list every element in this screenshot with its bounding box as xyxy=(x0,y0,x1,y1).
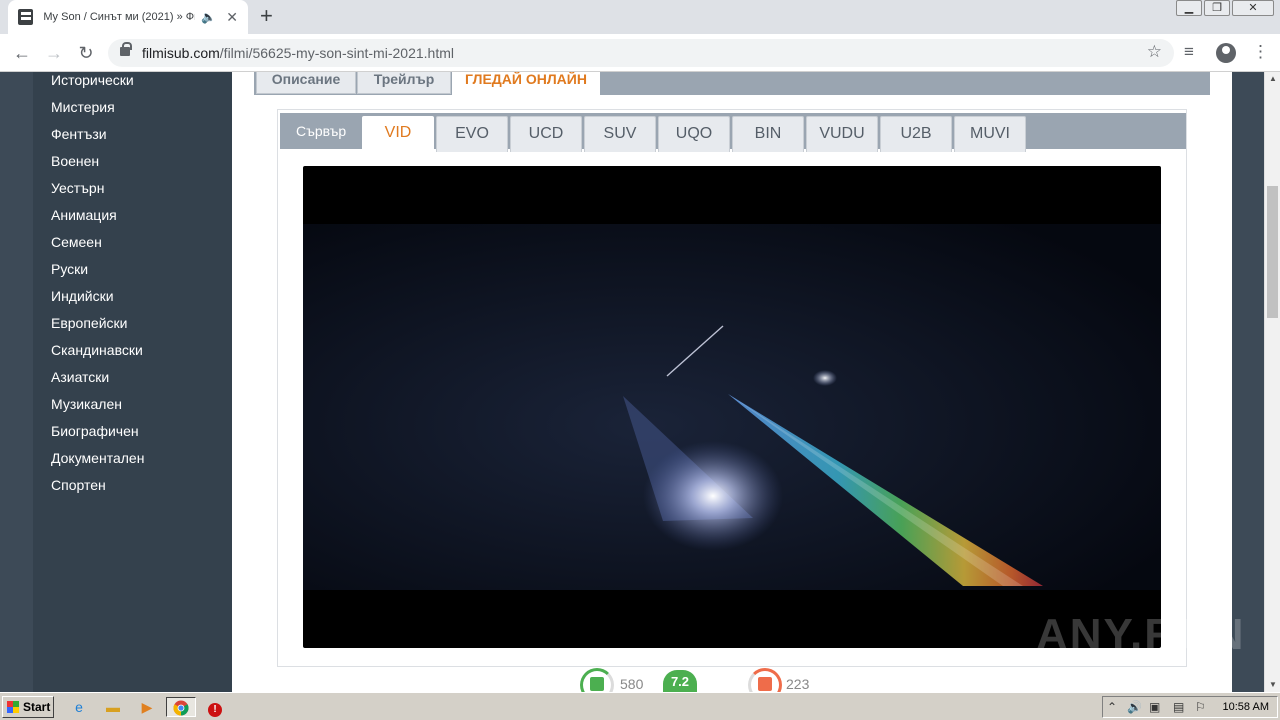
server-button-uqo[interactable]: UQO xyxy=(658,116,730,152)
url-text: filmisub.com/filmi/56625-my-son-sint-mi-… xyxy=(142,45,454,61)
reload-icon[interactable]: ↻ xyxy=(74,42,98,64)
genre-link[interactable]: Военен xyxy=(51,153,99,169)
start-label: Start xyxy=(23,700,51,714)
like-count: 580 xyxy=(620,676,644,692)
browser-tabstrip: My Son / Синът ми (2021) » Фи 🔈 ✕ + ▁ ❐ … xyxy=(0,0,1280,34)
browser-toolbar: ← → ↻ filmisub.com/filmi/56625-my-son-si… xyxy=(0,34,1280,72)
window-close-button[interactable]: ✕ xyxy=(1232,0,1274,16)
windows-taskbar: Start e ▬ ▶ ! ⌃ 🔊 ▣ ▤ ⚐ 10:58 AM xyxy=(0,692,1280,720)
genre-link[interactable]: Документален xyxy=(51,450,144,466)
main-content: Описание Трейлър ГЛЕДАЙ ОНЛАЙН Сървър VI… xyxy=(232,72,1232,692)
genre-link[interactable]: Фентъзи xyxy=(51,126,107,142)
scrollbar-thumb[interactable] xyxy=(1267,186,1278,318)
genre-link[interactable]: Исторически xyxy=(51,72,134,88)
restore-button[interactable]: ❐ xyxy=(1204,0,1230,16)
windows-flag-icon xyxy=(7,701,19,713)
genre-link[interactable]: Музикален xyxy=(51,396,122,412)
system-clock: 10:58 AM xyxy=(1222,701,1269,713)
server-label: Сървър xyxy=(296,123,347,139)
genre-link[interactable]: Семеен xyxy=(51,234,102,250)
back-arrow-icon[interactable]: ← xyxy=(10,42,34,64)
genre-link[interactable]: Биографичен xyxy=(51,423,139,439)
speaker-icon[interactable]: 🔈 xyxy=(201,10,216,24)
server-bar: Сървър VID EVO UCD SUV UQO BIN VUDU U2B … xyxy=(280,113,1186,152)
tab-watch-online[interactable]: ГЛЕДАЙ ОНЛАЙН xyxy=(452,72,600,95)
thumbs-down-icon xyxy=(758,677,772,691)
genre-link[interactable]: Индийски xyxy=(51,288,114,304)
genre-link[interactable]: Анимация xyxy=(51,207,117,223)
genre-link[interactable]: Скандинавски xyxy=(51,342,143,358)
folder-icon[interactable]: ▬ xyxy=(102,697,124,717)
page-viewport: Исторически Мистерия Фентъзи Военен Уест… xyxy=(0,72,1264,692)
server-button-ucd[interactable]: UCD xyxy=(510,116,582,152)
genre-link[interactable]: Руски xyxy=(51,261,88,277)
window-controls: ▁ ❐ ✕ xyxy=(1174,0,1274,16)
system-tray: ⌃ 🔊 ▣ ▤ ⚐ 10:58 AM xyxy=(1102,696,1278,718)
dislike-button[interactable] xyxy=(748,668,782,692)
player-box: Сървър VID EVO UCD SUV UQO BIN VUDU U2B … xyxy=(277,109,1187,667)
server-button-bin[interactable]: BIN xyxy=(732,116,804,152)
genre-sidebar: Исторически Мистерия Фентъзи Военен Уест… xyxy=(33,72,232,692)
genre-link[interactable]: Азиатски xyxy=(51,369,109,385)
score-badge: 7.2 xyxy=(663,670,697,692)
address-bar[interactable]: filmisub.com/filmi/56625-my-son-sint-mi-… xyxy=(108,39,1174,67)
opera-stop-icon[interactable]: ! xyxy=(204,697,226,717)
dislike-count: 223 xyxy=(786,676,810,692)
browser-tab[interactable]: My Son / Синът ми (2021) » Фи 🔈 ✕ xyxy=(8,0,248,34)
tab-trailer[interactable]: Трейлър xyxy=(357,72,451,94)
site-favicon-icon xyxy=(18,9,34,25)
lock-icon xyxy=(120,42,132,56)
network-icon[interactable]: ▣ xyxy=(1149,700,1160,714)
network-status-icon[interactable]: ▤ xyxy=(1173,700,1184,714)
genre-link[interactable]: Уестърн xyxy=(51,180,104,196)
anyrun-watermark: ANY.RUN xyxy=(1036,610,1246,659)
video-player[interactable] xyxy=(303,166,1161,648)
start-button[interactable]: Start xyxy=(2,696,54,718)
scroll-down-arrow-icon[interactable]: ▼ xyxy=(1265,678,1280,692)
bookmark-star-icon[interactable]: ☆ xyxy=(1147,42,1162,62)
server-button-vid[interactable]: VID xyxy=(362,116,434,152)
tab-description[interactable]: Описание xyxy=(256,72,356,94)
media-player-icon[interactable]: ▶ xyxy=(136,697,158,717)
action-center-flag-icon[interactable]: ⚐ xyxy=(1195,700,1206,714)
rating-row: 580 7.2 223 xyxy=(580,668,880,692)
genre-link[interactable]: Спортен xyxy=(51,477,106,493)
page-scrollbar[interactable]: ▲ ▼ xyxy=(1264,72,1280,692)
server-button-vudu[interactable]: VUDU xyxy=(806,116,878,152)
server-button-muvi[interactable]: MUVI xyxy=(954,116,1026,152)
server-button-suv[interactable]: SUV xyxy=(584,116,656,152)
minimize-button[interactable]: ▁ xyxy=(1176,0,1202,16)
like-button[interactable] xyxy=(580,668,614,692)
video-frame xyxy=(303,224,1161,590)
close-tab-icon[interactable]: ✕ xyxy=(226,9,238,26)
right-background xyxy=(1232,72,1264,692)
chrome-icon[interactable] xyxy=(166,697,196,717)
genre-link[interactable]: Европейски xyxy=(51,315,127,331)
server-button-evo[interactable]: EVO xyxy=(436,116,508,152)
new-tab-button[interactable]: + xyxy=(260,5,273,27)
ie-icon[interactable]: e xyxy=(68,697,90,717)
media-control-icon[interactable]: ≡ xyxy=(1184,42,1194,62)
forward-arrow-icon[interactable]: → xyxy=(42,42,66,64)
chrome-logo xyxy=(173,700,189,716)
scroll-up-arrow-icon[interactable]: ▲ xyxy=(1265,72,1280,86)
profile-avatar-icon[interactable] xyxy=(1216,43,1236,63)
tab-title: My Son / Синът ми (2021) » Фи xyxy=(43,11,196,23)
genre-link[interactable]: Мистерия xyxy=(51,99,115,115)
volume-icon[interactable]: 🔊 xyxy=(1127,700,1142,714)
thumbs-up-icon xyxy=(590,677,604,691)
content-tabs: Описание Трейлър ГЛЕДАЙ ОНЛАЙН xyxy=(254,72,1210,95)
server-button-u2b[interactable]: U2B xyxy=(880,116,952,152)
menu-kebab-icon[interactable]: ⋮ xyxy=(1252,42,1269,62)
tray-expand-icon[interactable]: ⌃ xyxy=(1107,700,1117,714)
